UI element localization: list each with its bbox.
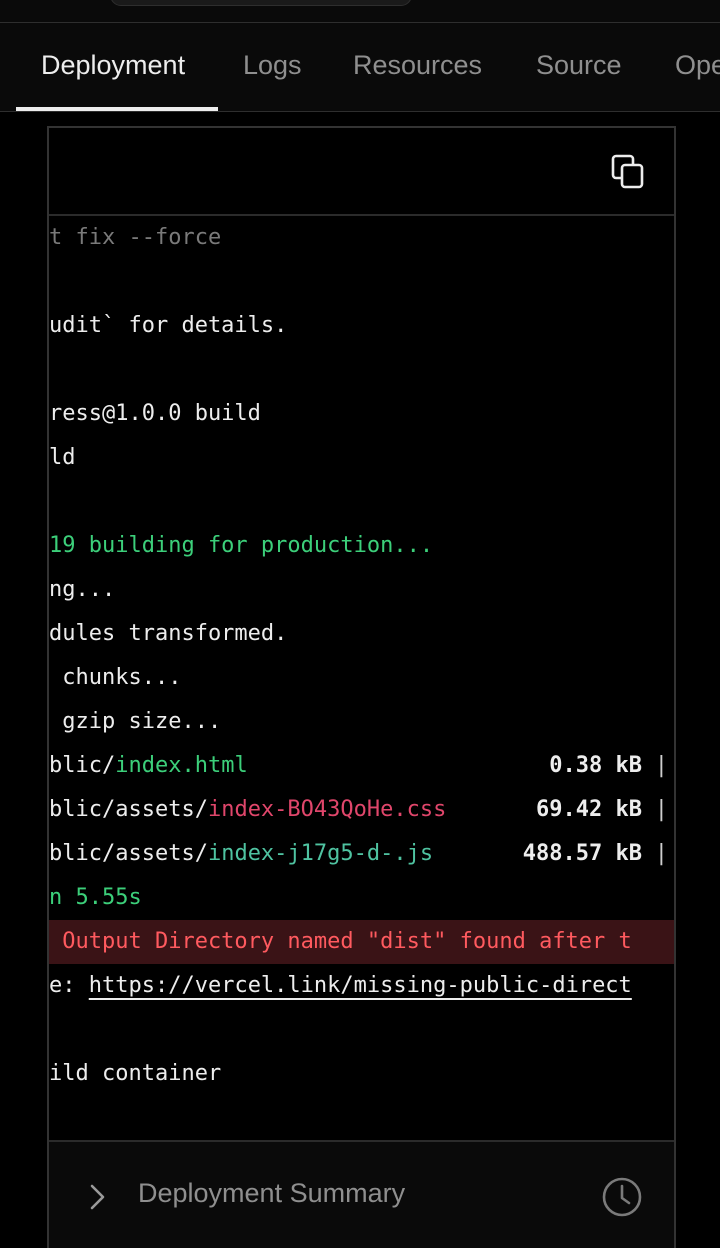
asset-file: index-j17g5-d-.js [207, 841, 434, 866]
log-line: ild container [49, 1061, 222, 1086]
log-line: e: https://vercel.link/missing-public-di… [49, 964, 674, 1008]
log-line: udit` for details. [49, 313, 288, 338]
log-line: gzip size... [49, 709, 222, 734]
tab-open-graph[interactable]: Ope [675, 50, 720, 81]
log-line: 19 building for production... [49, 533, 434, 558]
active-tab-indicator [16, 107, 218, 111]
log-line: n 5.55s [49, 885, 142, 910]
column-separator: | [654, 797, 668, 822]
asset-row: blic/assets/index-BO43QoHe.css 69.42 kB … [49, 788, 674, 832]
asset-file: index-BO43QoHe.css [207, 797, 447, 822]
tab-logs[interactable]: Logs [243, 50, 302, 81]
log-line: chunks... [49, 665, 182, 690]
asset-size: 0.38 kB [549, 753, 642, 778]
asset-path: blic/assets/ [49, 797, 208, 822]
docs-link[interactable]: https://vercel.link/missing-public-direc… [89, 973, 632, 998]
asset-row: blic/assets/index-j17g5-d-.js 488.57 kB … [49, 832, 674, 876]
tab-resources[interactable]: Resources [353, 50, 482, 81]
asset-size: 69.42 kB [536, 797, 642, 822]
log-line: ress@1.0.0 build [49, 401, 261, 426]
column-separator: | [654, 841, 668, 866]
log-line: ng... [49, 577, 116, 602]
top-bar [0, 0, 720, 23]
column-separator: | [654, 753, 668, 778]
tab-bar: Deployment Logs Resources Source Ope [0, 23, 720, 112]
error-line: Output Directory named "dist" found afte… [49, 920, 674, 964]
asset-path: blic/ [49, 753, 116, 778]
tab-deployment[interactable]: Deployment [41, 50, 185, 81]
build-log-panel: t fix --force udit` for details. ress@1.… [47, 126, 676, 1248]
asset-size: 488.57 kB [522, 841, 642, 866]
asset-file: index.html [115, 753, 248, 778]
copy-icon[interactable] [611, 154, 645, 190]
log-line: dules transformed. [49, 621, 288, 646]
search-pill[interactable] [110, 0, 412, 6]
tab-source[interactable]: Source [536, 50, 622, 81]
asset-row: blic/index.html 0.38 kB | [49, 744, 674, 788]
log-panel-header [49, 128, 674, 216]
log-line: t fix --force [49, 225, 222, 250]
chevron-right-icon [90, 1184, 105, 1210]
clock-icon [602, 1177, 642, 1217]
deployment-summary-label: Deployment Summary [138, 1178, 406, 1208]
log-line: ld [49, 445, 76, 470]
deployment-summary-row[interactable]: Deployment Summary [49, 1140, 674, 1248]
link-prefix: e: [49, 973, 89, 998]
asset-path: blic/assets/ [49, 841, 208, 866]
